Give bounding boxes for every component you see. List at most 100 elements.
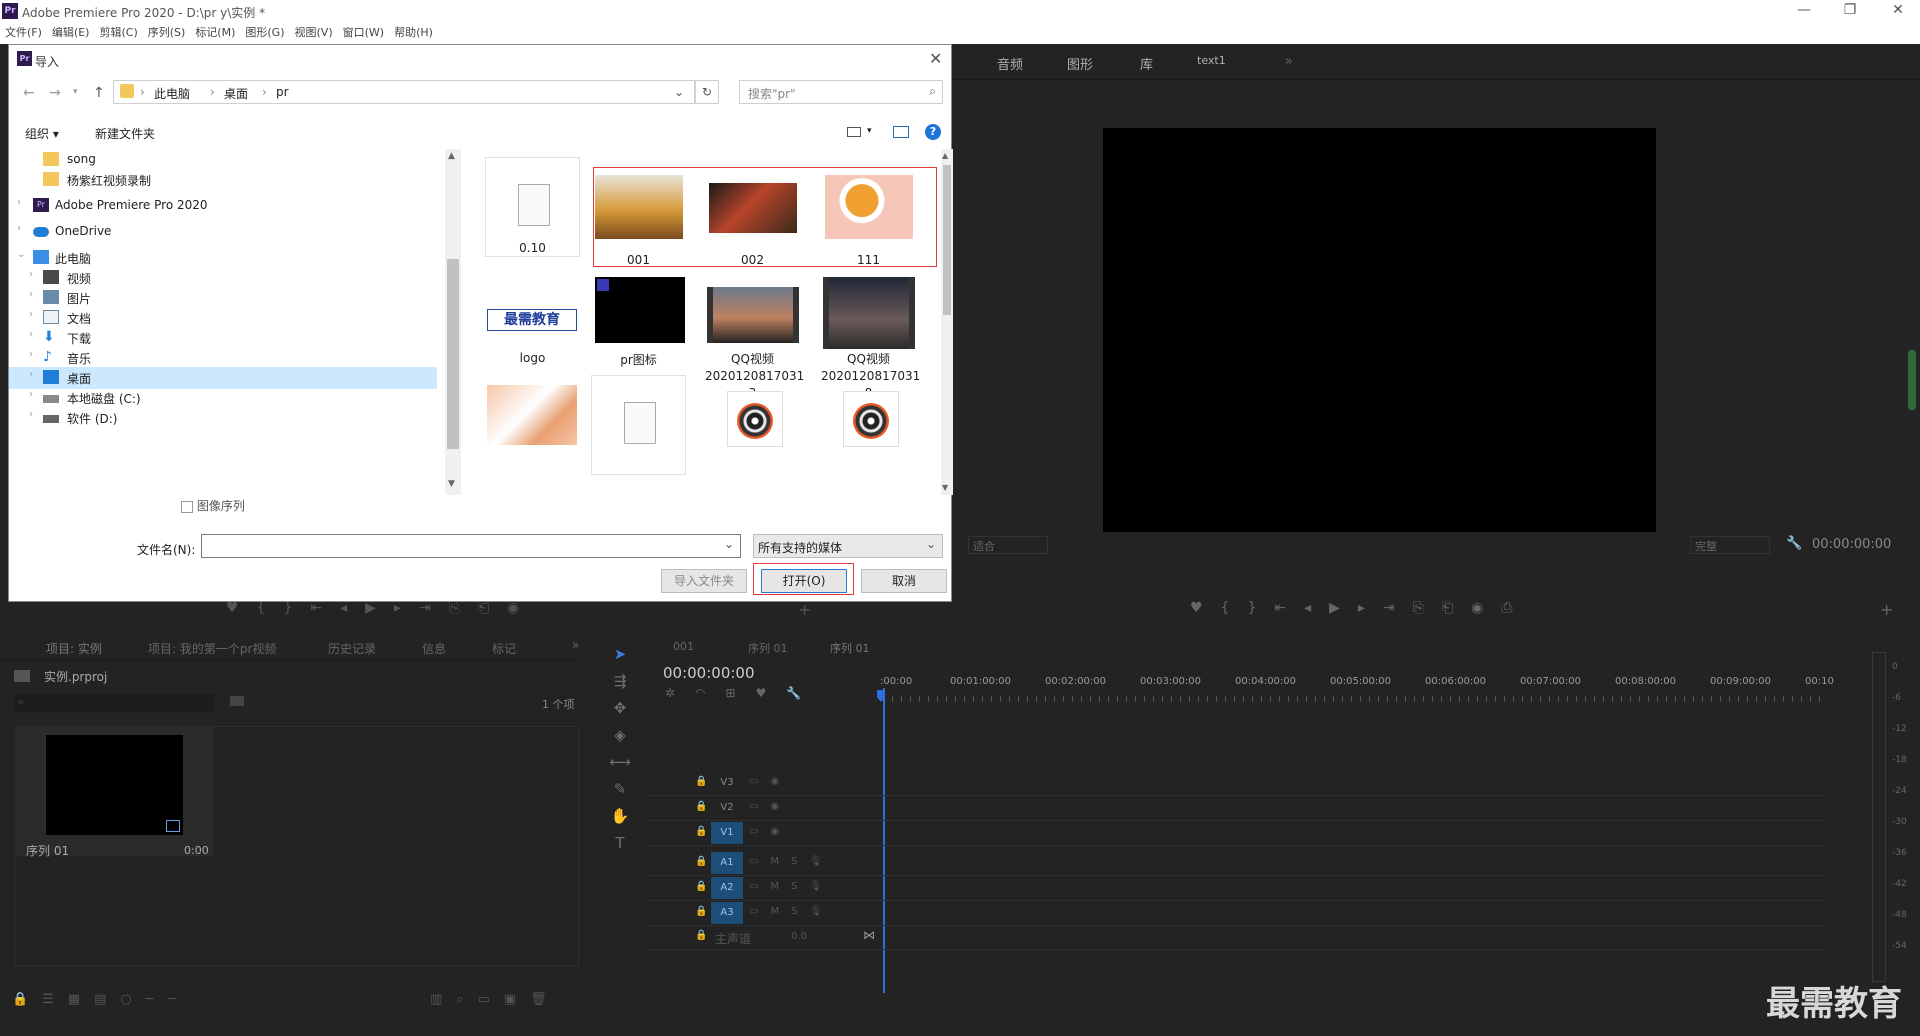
project-search-input[interactable] <box>14 694 214 712</box>
scroll-indicator[interactable] <box>1908 350 1916 410</box>
timeline-options[interactable]: ✲◠⊞♥🔧 <box>665 686 821 700</box>
track-a1-toggles[interactable]: ▭MS🎙 <box>749 856 834 867</box>
new-folder-button[interactable]: 新建文件夹 <box>95 125 155 142</box>
menu-marker[interactable]: 标记(M) <box>190 24 240 42</box>
source-transport-controls[interactable]: ♥{}⇤◂▶▸⇥⎘⎗◉ <box>226 600 537 616</box>
menu-view[interactable]: 视图(V) <box>290 24 338 42</box>
menu-edit[interactable]: 编辑(E) <box>47 24 95 42</box>
track-a2-toggles[interactable]: ▭MS🎙 <box>749 881 834 892</box>
expand-chevron-icon[interactable]: › <box>29 409 33 420</box>
nav-disk-d[interactable]: › 软件 (D:) <box>9 407 437 429</box>
expand-chevron-icon[interactable]: › <box>17 223 21 234</box>
nav-videos[interactable]: › 视频 <box>9 267 437 289</box>
address-dropdown-icon[interactable]: ⌄ <box>674 85 684 99</box>
lock-icon[interactable]: 🔒 <box>695 856 707 867</box>
refresh-icon[interactable]: ↻ <box>695 80 719 104</box>
wrench-icon[interactable]: 🔧 <box>1786 536 1802 551</box>
file-item[interactable] <box>705 385 800 459</box>
menu-help[interactable]: 帮助(H) <box>389 24 438 42</box>
tab-graphics[interactable]: 图形 <box>1067 54 1093 73</box>
organize-button[interactable]: 组织 ▾ <box>25 125 59 142</box>
tab-info[interactable]: 信息 <box>422 640 446 657</box>
image-sequence-checkbox[interactable] <box>181 500 193 513</box>
nav-onedrive[interactable]: › OneDrive <box>9 221 437 243</box>
image-sequence-option[interactable]: 图像序列 <box>181 497 245 514</box>
lock-icon[interactable]: 🔒 <box>695 881 707 892</box>
expand-chevron-icon[interactable]: › <box>29 289 33 300</box>
track-select-tool-icon[interactable]: ⇶ <box>600 672 640 699</box>
lock-icon[interactable]: 🔒 <box>695 776 707 787</box>
filename-input[interactable]: ⌄ <box>201 534 741 558</box>
nav-yangzihong[interactable]: 杨紫红视频录制 <box>9 169 437 191</box>
track-v1[interactable]: 🔒 V1 ▭◉ <box>645 822 1828 846</box>
expand-chevron-icon[interactable]: › <box>29 329 33 340</box>
tab-project-shili[interactable]: 项目: 实例 <box>46 640 102 657</box>
menu-sequence[interactable]: 序列(S) <box>143 24 191 42</box>
monitor-transport-controls[interactable]: ♥{}⇤◂▶▸⇥⎘⎗◉⎙ <box>1190 600 1530 616</box>
lock-icon[interactable]: 🔒 <box>695 801 707 812</box>
tab-history[interactable]: 历史记录 <box>328 640 376 657</box>
breadcrumb-pr[interactable]: pr <box>276 85 289 99</box>
lock-icon[interactable]: 🔒 <box>695 906 707 917</box>
menu-clip[interactable]: 剪辑(C) <box>94 24 142 42</box>
type-tool-icon[interactable]: T <box>600 834 640 861</box>
track-a1[interactable]: 🔒 A1 ▭MS🎙 <box>645 852 1828 876</box>
more-tabs-icon[interactable]: » <box>1285 54 1293 69</box>
file-type-dropdown[interactable]: 所有支持的媒体 ⌄ <box>753 534 943 558</box>
file-item[interactable]: QQ视频 2020120817031 3 <box>705 277 804 402</box>
lock-icon[interactable]: 🔒 <box>695 826 707 837</box>
forward-arrow-icon[interactable]: → <box>49 85 61 101</box>
nav-music[interactable]: › ♪ 音乐 <box>9 347 437 369</box>
expand-chevron-icon[interactable]: › <box>29 269 33 280</box>
track-a3-toggles[interactable]: ▭MS🎙 <box>749 906 834 917</box>
view-mode-icon[interactable] <box>847 127 861 137</box>
file-scrollbar[interactable]: ▲ ▼ <box>941 149 953 495</box>
track-v2-toggles[interactable]: ▭◉ <box>749 801 791 812</box>
tab-markers[interactable]: 标记 <box>492 640 516 657</box>
track-master[interactable]: 🔒 主声道 0.0 ⋈ <box>645 926 1828 950</box>
breadcrumb-pc[interactable]: 此电脑 <box>154 85 190 102</box>
tab-text1[interactable]: text1 <box>1197 54 1226 67</box>
scroll-up-icon[interactable]: ▲ <box>448 151 455 161</box>
dialog-close-icon[interactable]: ✕ <box>929 49 942 68</box>
expand-chevron-icon[interactable]: › <box>29 389 33 400</box>
quality-dropdown[interactable]: 完整 <box>1690 536 1770 554</box>
tab-library[interactable]: 库 <box>1140 54 1153 73</box>
selection-tool-icon[interactable]: ➤ <box>600 645 640 672</box>
razor-tool-icon[interactable]: ◈ <box>600 726 640 753</box>
tab-audio[interactable]: 音频 <box>997 54 1023 73</box>
scroll-down-icon[interactable]: ▼ <box>448 479 455 489</box>
help-icon[interactable]: ? <box>925 124 941 140</box>
master-end-icon[interactable]: ⋈ <box>863 928 875 942</box>
menu-file[interactable]: 文件(F) <box>0 24 47 42</box>
file-item[interactable]: pr图标 <box>591 277 686 368</box>
file-item[interactable]: 最需教育 logo <box>485 277 580 365</box>
nav-premiere[interactable]: › Pr Adobe Premiere Pro 2020 <box>9 195 437 217</box>
hand-tool-icon[interactable]: ✋ <box>600 807 640 834</box>
source-add-icon[interactable]: + <box>798 600 811 619</box>
track-a3[interactable]: 🔒 A3 ▭MS🎙 <box>645 902 1828 926</box>
nav-disk-c[interactable]: › 本地磁盘 (C:) <box>9 387 437 409</box>
menu-graphics[interactable]: 图形(G) <box>240 24 289 42</box>
recent-dropdown-icon[interactable]: ▾ <box>73 87 78 97</box>
lock-icon[interactable]: 🔒 <box>695 930 707 941</box>
expand-chevron-icon[interactable]: › <box>29 309 33 320</box>
scroll-up-icon[interactable]: ▲ <box>942 151 948 160</box>
preview-pane-icon[interactable] <box>893 126 909 138</box>
restore-button[interactable]: ❐ <box>1830 2 1870 18</box>
back-arrow-icon[interactable]: ← <box>23 85 35 101</box>
pen-tool-icon[interactable]: ✎ <box>600 780 640 807</box>
expand-chevron-icon[interactable]: ⌄ <box>17 249 25 260</box>
minimize-button[interactable]: — <box>1784 2 1824 18</box>
panel-more-icon[interactable]: » <box>572 638 579 652</box>
timeline-tab-seq1-active[interactable]: 序列 01 <box>830 640 870 656</box>
nav-song[interactable]: song <box>9 149 437 171</box>
fit-dropdown[interactable]: 适合 <box>968 536 1048 554</box>
tab-project-first[interactable]: 项目: 我的第一个pr视频 <box>148 640 276 657</box>
nav-pictures[interactable]: › 图片 <box>9 287 437 309</box>
project-bottom-toolbar[interactable]: 🔒☰▦▤○── <box>12 992 189 1007</box>
project-bottom-actions[interactable]: ▥⌕▭▣🗑 <box>430 992 561 1007</box>
nav-downloads[interactable]: › ⬇ 下载 <box>9 327 437 349</box>
search-input[interactable]: 搜索"pr" ⌕ <box>739 80 943 104</box>
scroll-down-icon[interactable]: ▼ <box>942 483 948 492</box>
